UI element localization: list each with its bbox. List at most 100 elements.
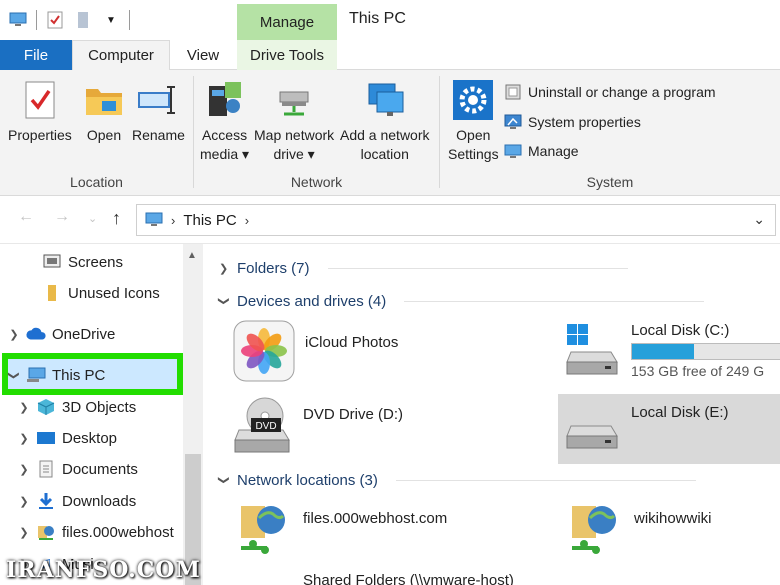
watermark: IRANFSO.COM bbox=[6, 557, 201, 583]
collapse-chevron-icon[interactable]: ❯ bbox=[8, 369, 21, 381]
expand-chevron-icon[interactable]: ❯ bbox=[219, 262, 229, 275]
section-devices-and-drives[interactable]: ❯ Devices and drives (4) bbox=[218, 289, 705, 313]
nav-item-label: Downloads bbox=[62, 492, 137, 510]
computer-icon[interactable] bbox=[8, 10, 28, 30]
nav-item-documents[interactable]: ❯ Documents bbox=[18, 455, 138, 483]
drive-name: Local Disk (C:) bbox=[631, 322, 730, 339]
tab-drive-tools[interactable]: Drive Tools bbox=[237, 40, 337, 70]
section-rule bbox=[404, 300, 705, 302]
tab-computer[interactable]: Computer bbox=[72, 40, 170, 70]
collapse-chevron-icon[interactable]: ❯ bbox=[218, 475, 231, 485]
rename-button[interactable]: Rename bbox=[132, 78, 185, 145]
up-icon[interactable]: ↑ bbox=[112, 208, 121, 229]
nav-item-3d-objects[interactable]: ❯ 3D Objects bbox=[18, 393, 136, 421]
screen-icon bbox=[42, 252, 62, 272]
network-location-files-000webhost[interactable]: files.000webhost.com bbox=[237, 500, 447, 556]
add-network-location-button[interactable]: Add a network location bbox=[340, 78, 430, 164]
collapse-chevron-icon[interactable]: ❯ bbox=[218, 296, 231, 306]
window-title: This PC bbox=[349, 10, 406, 27]
breadcrumb-chevron-icon[interactable]: › bbox=[171, 213, 175, 228]
properties-check-icon[interactable] bbox=[45, 10, 65, 30]
photos-icon bbox=[233, 320, 295, 382]
nav-item-label: Desktop bbox=[62, 429, 118, 447]
tab-view[interactable]: View bbox=[172, 40, 234, 70]
section-label: Network locations (3) bbox=[237, 471, 378, 489]
expand-chevron-icon[interactable]: ❯ bbox=[18, 495, 30, 508]
nav-item-files-000webhost[interactable]: ❯ files.000webhost bbox=[18, 518, 173, 546]
ribbon: Properties Open Rename Location Access m… bbox=[0, 70, 780, 196]
media-icon bbox=[203, 78, 247, 122]
expand-chevron-icon[interactable]: ❯ bbox=[8, 328, 20, 341]
network-drive-icon bbox=[272, 78, 316, 122]
folder-icon[interactable] bbox=[73, 10, 93, 30]
breadcrumb-this-pc[interactable]: This PC bbox=[183, 212, 236, 229]
system-properties-button[interactable]: System properties bbox=[504, 111, 641, 133]
network-folder-icon bbox=[241, 506, 285, 554]
nav-item-screens[interactable]: Screens bbox=[24, 248, 123, 276]
nav-item-downloads[interactable]: ❯ Downloads bbox=[18, 487, 136, 515]
nav-item-label: Screens bbox=[68, 253, 124, 271]
drive-local-disk-e[interactable]: Local Disk (E:) bbox=[565, 398, 729, 454]
nav-pane-scrollbar[interactable]: ▲ bbox=[183, 244, 203, 585]
address-dropdown-icon[interactable]: ⌄ bbox=[753, 211, 765, 228]
scroll-up-icon[interactable]: ▲ bbox=[187, 250, 197, 261]
network-location-shared-folders[interactable]: Shared Folders (\\vmware-host) bbox=[303, 572, 514, 585]
expand-chevron-icon[interactable]: ❯ bbox=[18, 401, 30, 414]
map-network-drive-label-1: Map network bbox=[254, 127, 335, 143]
desktop-icon bbox=[36, 428, 56, 448]
properties-button[interactable]: Properties bbox=[8, 78, 72, 145]
network-location-name: files.000webhost.com bbox=[303, 510, 448, 527]
network-location-name: wikihowwiki bbox=[634, 510, 712, 527]
manage-computer-icon bbox=[504, 144, 522, 158]
network-location-wikihowwiki[interactable]: wikihowwiki bbox=[568, 500, 712, 556]
gear-icon bbox=[451, 78, 495, 122]
drive-icloud-photos[interactable]: iCloud Photos bbox=[233, 320, 398, 382]
open-settings-button[interactable]: Open Settings bbox=[448, 78, 499, 164]
network-folder-icon bbox=[572, 506, 616, 554]
expand-chevron-icon[interactable]: ❯ bbox=[18, 526, 30, 539]
expand-chevron-icon[interactable]: ❯ bbox=[18, 463, 30, 476]
forward-icon[interactable]: → bbox=[54, 208, 70, 226]
network-location-name: Shared Folders (\\vmware-host) bbox=[303, 572, 514, 585]
system-group-label: System bbox=[586, 174, 634, 190]
nav-item-unused-icons[interactable]: Unused Icons bbox=[24, 279, 160, 307]
tab-file[interactable]: File bbox=[0, 40, 72, 70]
manage-label: Manage bbox=[528, 143, 579, 159]
recent-locations-icon[interactable]: ⌄ bbox=[88, 212, 97, 225]
nav-item-this-pc[interactable]: ❯ This PC bbox=[8, 361, 106, 389]
drive-usage-fill bbox=[632, 344, 694, 359]
expand-chevron-icon[interactable]: ❯ bbox=[18, 432, 30, 445]
navigation-pane: Screens Unused Icons ❯ OneDrive ❯ This P… bbox=[0, 244, 203, 585]
map-network-drive-button[interactable]: Map network drive ▾ bbox=[254, 78, 334, 164]
back-icon[interactable]: ← bbox=[18, 208, 34, 226]
customize-toolbar-icon[interactable]: ▼ bbox=[101, 10, 121, 30]
nav-item-label: OneDrive bbox=[52, 325, 116, 343]
nav-item-desktop[interactable]: ❯ Desktop bbox=[18, 424, 117, 452]
nav-item-onedrive[interactable]: ❯ OneDrive bbox=[8, 320, 115, 348]
open-button[interactable]: Open bbox=[82, 78, 126, 145]
location-group-label: Location bbox=[70, 174, 123, 190]
rename-label: Rename bbox=[132, 127, 185, 143]
uninstall-program-button[interactable]: Uninstall or change a program bbox=[504, 81, 716, 103]
manage-context-tab[interactable]: Manage bbox=[237, 4, 337, 40]
properties-label: Properties bbox=[8, 127, 72, 143]
drive-name: Local Disk (E:) bbox=[631, 404, 729, 421]
add-network-location-label-1: Add a network bbox=[340, 127, 430, 143]
drive-dvd[interactable]: DVD DVD Drive (D:) bbox=[233, 394, 403, 454]
cloud-icon bbox=[26, 324, 46, 344]
section-folders[interactable]: ❯ Folders (7) bbox=[219, 256, 628, 280]
computer-icon bbox=[26, 365, 46, 385]
toolbar-divider bbox=[129, 10, 130, 30]
nav-item-label: 3D Objects bbox=[62, 398, 137, 416]
ribbon-group-system: Open Settings Uninstall or change a prog… bbox=[440, 70, 780, 196]
drive-local-disk-c[interactable]: Local Disk (C:) 153 GB free of 249 G bbox=[565, 322, 780, 379]
access-media-label-2: media ▾ bbox=[200, 146, 250, 162]
section-label: Devices and drives (4) bbox=[237, 292, 387, 310]
drive-free-space: 153 GB free of 249 G bbox=[631, 363, 765, 379]
access-media-button[interactable]: Access media ▾ bbox=[200, 78, 249, 164]
hard-drive-icon bbox=[566, 425, 618, 449]
manage-button[interactable]: Manage bbox=[504, 140, 579, 162]
breadcrumb-chevron-icon[interactable]: › bbox=[245, 213, 249, 228]
address-bar[interactable]: › This PC › ⌄ bbox=[136, 204, 776, 236]
section-network-locations[interactable]: ❯ Network locations (3) bbox=[218, 468, 696, 492]
